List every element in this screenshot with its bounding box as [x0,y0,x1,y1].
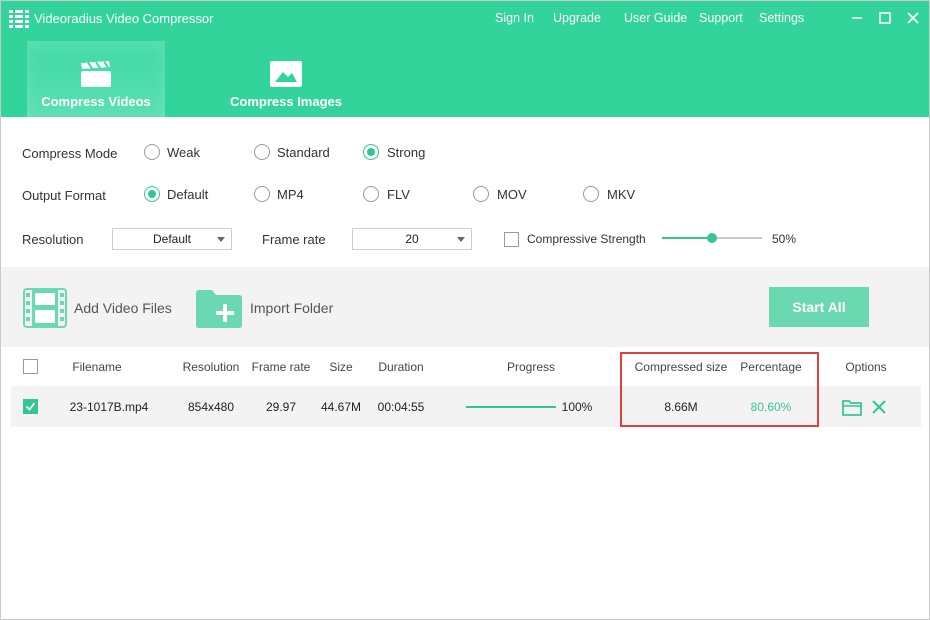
mode-strong-label[interactable]: Strong [387,145,425,160]
format-flv-label[interactable]: FLV [387,187,410,202]
add-video-files-label: Add Video Files [74,300,172,316]
cell-size: 44.67M [320,400,362,414]
cell-progress-text: 100% [561,400,593,414]
format-mkv-label[interactable]: MKV [607,187,635,202]
nav-sign-in[interactable]: Sign In [495,11,534,25]
cell-resolution: 854x480 [187,400,235,414]
radio-format-mkv[interactable] [583,186,599,202]
strength-slider[interactable] [662,233,762,243]
compressive-strength-checkbox[interactable] [504,232,519,247]
column-header-progress: Progress [506,360,556,374]
close-icon[interactable] [904,9,922,27]
remove-icon[interactable] [871,399,887,415]
radio-format-mp4[interactable] [254,186,270,202]
chevron-down-icon [457,237,465,242]
column-header-size: Size [329,360,353,374]
tab-label: Compress Videos [41,94,151,109]
frame-rate-select[interactable]: 20 [352,228,472,250]
mode-standard-label[interactable]: Standard [277,145,330,160]
cell-duration: 00:04:55 [377,400,425,414]
column-header-frame-rate: Frame rate [251,360,311,374]
frame-rate-value: 20 [405,232,419,246]
header-bar: Videoradius Video Compressor Sign In Upg… [1,1,929,117]
column-header-compressed-size: Compressed size [634,360,728,374]
frame-rate-label: Frame rate [262,232,326,247]
radio-mode-weak[interactable] [144,144,160,160]
format-default-label[interactable]: Default [167,187,208,202]
nav-support[interactable]: Support [699,11,743,25]
tab-label: Compress Images [230,94,342,109]
app-window: Videoradius Video Compressor Sign In Upg… [0,0,930,620]
mode-weak-label[interactable]: Weak [167,145,200,160]
app-logo-icon [9,10,29,28]
import-folder-button[interactable]: Import Folder [196,288,346,328]
strength-value: 50% [772,232,797,246]
radio-format-mov[interactable] [473,186,489,202]
chevron-down-icon [217,237,225,242]
slider-fill [662,237,712,239]
maximize-icon[interactable] [876,9,894,27]
progress-fill [466,406,556,408]
minimize-icon[interactable] [848,9,866,27]
folder-add-icon [196,290,242,328]
film-strip-icon [23,288,67,328]
tab-compress-images[interactable]: Compress Images [217,41,355,117]
image-icon [270,61,302,87]
open-folder-icon[interactable] [842,399,862,416]
format-mov-label[interactable]: MOV [497,187,527,202]
cell-frame-rate: 29.97 [265,400,297,414]
format-mp4-label[interactable]: MP4 [277,187,304,202]
import-folder-label: Import Folder [250,300,334,316]
nav-upgrade[interactable]: Upgrade [553,11,601,25]
cell-compressed-size: 8.66M [664,400,698,414]
progress-bar [466,406,556,408]
compressive-strength-label: Compressive Strength [527,232,646,246]
nav-settings[interactable]: Settings [759,11,804,25]
tab-compress-videos[interactable]: Compress Videos [27,41,165,117]
resolution-label: Resolution [22,232,84,247]
select-all-checkbox[interactable] [23,359,38,374]
column-header-options: Options [845,360,887,374]
app-title: Videoradius Video Compressor [34,11,214,26]
checkmark-icon [25,402,36,411]
add-video-files-button[interactable]: Add Video Files [23,288,173,328]
compress-mode-label: Compress Mode [22,146,118,161]
radio-format-flv[interactable] [363,186,379,202]
output-format-label: Output Format [22,188,106,203]
column-header-percentage: Percentage [740,360,802,374]
cell-percentage: 80.60% [750,400,792,414]
nav-user-guide[interactable]: User Guide [624,11,687,25]
column-header-filename: Filename [72,360,122,374]
slider-thumb[interactable] [707,233,717,243]
radio-mode-strong[interactable] [363,144,379,160]
column-header-duration: Duration [378,360,424,374]
cell-filename: 23-1017B.mp4 [69,400,149,414]
row-checkbox[interactable] [23,399,38,414]
radio-mode-standard[interactable] [254,144,270,160]
radio-format-default[interactable] [144,186,160,202]
resolution-select[interactable]: Default [112,228,232,250]
resolution-value: Default [152,232,192,246]
toolbar: Add Video Files Import Folder Start All [1,267,929,347]
start-all-button[interactable]: Start All [769,287,869,327]
column-header-resolution: Resolution [182,360,240,374]
clapperboard-icon [81,61,111,87]
